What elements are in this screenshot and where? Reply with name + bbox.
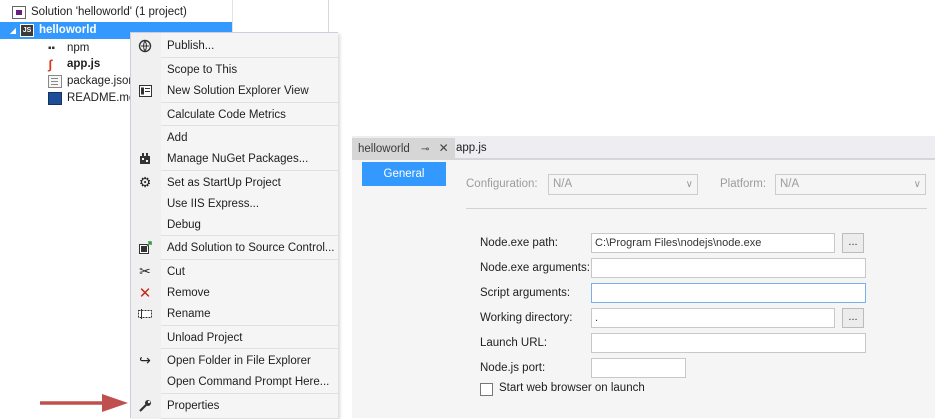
remove-x-icon: ✕ <box>138 284 152 302</box>
markdown-file-icon <box>48 92 62 105</box>
script-arguments-label: Script arguments: <box>480 287 571 299</box>
expanded-triangle-icon[interactable]: ◢ <box>8 22 18 39</box>
menu-item-calculate-code-metrics[interactable]: Calculate Code Metrics <box>131 104 339 125</box>
tab-general[interactable]: General <box>362 162 446 186</box>
tree-item-package-json[interactable]: package.json <box>48 73 135 90</box>
node-exe-path-input[interactable] <box>591 233 835 253</box>
solution-node[interactable]: Solution 'helloworld' (1 project) <box>12 4 187 21</box>
menu-item-publish[interactable]: Publish... <box>131 35 339 56</box>
open-folder-icon: ↪ <box>139 352 151 368</box>
configuration-label: Configuration: <box>466 178 538 190</box>
divider <box>466 208 927 209</box>
script-arguments-input[interactable] <box>591 283 866 303</box>
nuget-icon <box>131 148 159 169</box>
close-icon[interactable]: ✕ <box>439 138 449 158</box>
scissors-icon: ✂ <box>139 263 151 279</box>
working-directory-input[interactable] <box>591 308 835 328</box>
working-directory-browse-button[interactable]: ... <box>842 308 864 328</box>
project-label: helloworld <box>39 24 97 36</box>
rename-icon <box>131 303 159 324</box>
tab-underline <box>352 158 935 160</box>
menu-item-use-iis-express[interactable]: Use IIS Express... <box>131 193 339 214</box>
menu-item-properties[interactable]: Properties <box>131 395 339 416</box>
tree-item-npm[interactable]: ▪▪ npm <box>48 40 89 57</box>
red-arrow-annotation <box>40 394 128 412</box>
platform-select[interactable]: N/A ∨ <box>775 174 926 195</box>
launch-url-input[interactable] <box>591 333 866 353</box>
menu-item-scope-to-this[interactable]: Scope to This <box>131 59 339 80</box>
js-file-icon: ʃ <box>48 57 53 72</box>
menu-separator <box>161 393 339 394</box>
menu-separator <box>161 348 339 349</box>
solution-icon <box>12 6 26 19</box>
nodejs-port-input[interactable] <box>591 358 686 378</box>
menu-separator <box>161 57 339 58</box>
node-exe-arguments-input[interactable] <box>591 258 866 278</box>
json-file-icon <box>48 75 62 88</box>
chevron-down-icon: ∨ <box>913 179 921 190</box>
document-tab-bar: helloworld ⊸ ✕ app.js <box>352 136 935 158</box>
menu-item-open-folder[interactable]: ↪ Open Folder in File Explorer <box>131 350 339 371</box>
solution-label: Solution 'helloworld' (1 project) <box>31 6 187 18</box>
menu-item-new-solution-explorer-view[interactable]: New Solution Explorer View <box>131 80 339 101</box>
tree-item-label: app.js <box>67 58 101 70</box>
configuration-select[interactable]: N/A ∨ <box>548 174 698 195</box>
menu-item-rename[interactable]: Rename <box>131 303 339 324</box>
menu-item-set-startup-project[interactable]: ⚙ Set as StartUp Project <box>131 172 339 193</box>
menu-item-remove[interactable]: ✕ Remove <box>131 282 339 303</box>
properties-panel: helloworld ⊸ ✕ app.js General Configurat… <box>352 136 935 418</box>
menu-item-open-command-prompt[interactable]: Open Command Prompt Here... <box>131 371 339 392</box>
menu-item-add-to-source-control[interactable]: Add Solution to Source Control... <box>131 237 339 258</box>
nodejs-port-label: Node.js port: <box>480 362 546 374</box>
chevron-down-icon: ∨ <box>685 179 693 190</box>
tab-app-js[interactable]: app.js <box>450 138 493 158</box>
js-project-icon: JS <box>20 24 34 37</box>
menu-separator <box>161 325 339 326</box>
wrench-icon <box>131 395 159 416</box>
start-browser-label[interactable]: Start web browser on launch <box>499 382 645 394</box>
globe-icon <box>131 35 159 56</box>
menu-item-debug[interactable]: Debug <box>131 214 339 235</box>
menu-item-cut[interactable]: ✂ Cut <box>131 261 339 282</box>
tree-item-readme[interactable]: README.md <box>48 90 135 107</box>
start-browser-checkbox[interactable] <box>480 383 493 396</box>
new-view-icon <box>131 80 159 101</box>
tree-item-app-js[interactable]: ʃ app.js <box>48 56 100 73</box>
platform-label: Platform: <box>720 178 767 190</box>
launch-url-label: Launch URL: <box>480 337 548 349</box>
npm-icon: ▪▪ <box>48 43 56 54</box>
menu-item-add[interactable]: Add <box>131 127 339 148</box>
menu-separator <box>161 235 339 236</box>
menu-separator <box>161 170 339 171</box>
divider <box>328 0 329 32</box>
gear-icon: ⚙ <box>138 174 152 190</box>
menu-separator <box>161 125 339 126</box>
menu-item-manage-nuget[interactable]: Manage NuGet Packages... <box>131 148 339 169</box>
node-exe-path-browse-button[interactable]: ... <box>842 233 864 253</box>
tree-item-label: README.md <box>67 92 136 104</box>
tree-item-label: npm <box>67 42 90 54</box>
pin-icon[interactable]: ⊸ <box>421 140 429 160</box>
menu-item-unload-project[interactable]: Unload Project <box>131 327 339 348</box>
menu-separator <box>161 259 339 260</box>
working-directory-label: Working directory: <box>480 312 573 324</box>
node-exe-path-label: Node.exe path: <box>480 237 559 249</box>
context-menu: Publish... Scope to This New Solution Ex… <box>130 32 339 419</box>
tree-item-label: package.json <box>67 75 135 87</box>
menu-separator <box>161 102 339 103</box>
source-control-icon <box>131 237 159 258</box>
node-exe-arguments-label: Node.exe arguments: <box>480 262 590 274</box>
tab-helloworld[interactable]: helloworld ⊸ ✕ <box>352 138 455 158</box>
